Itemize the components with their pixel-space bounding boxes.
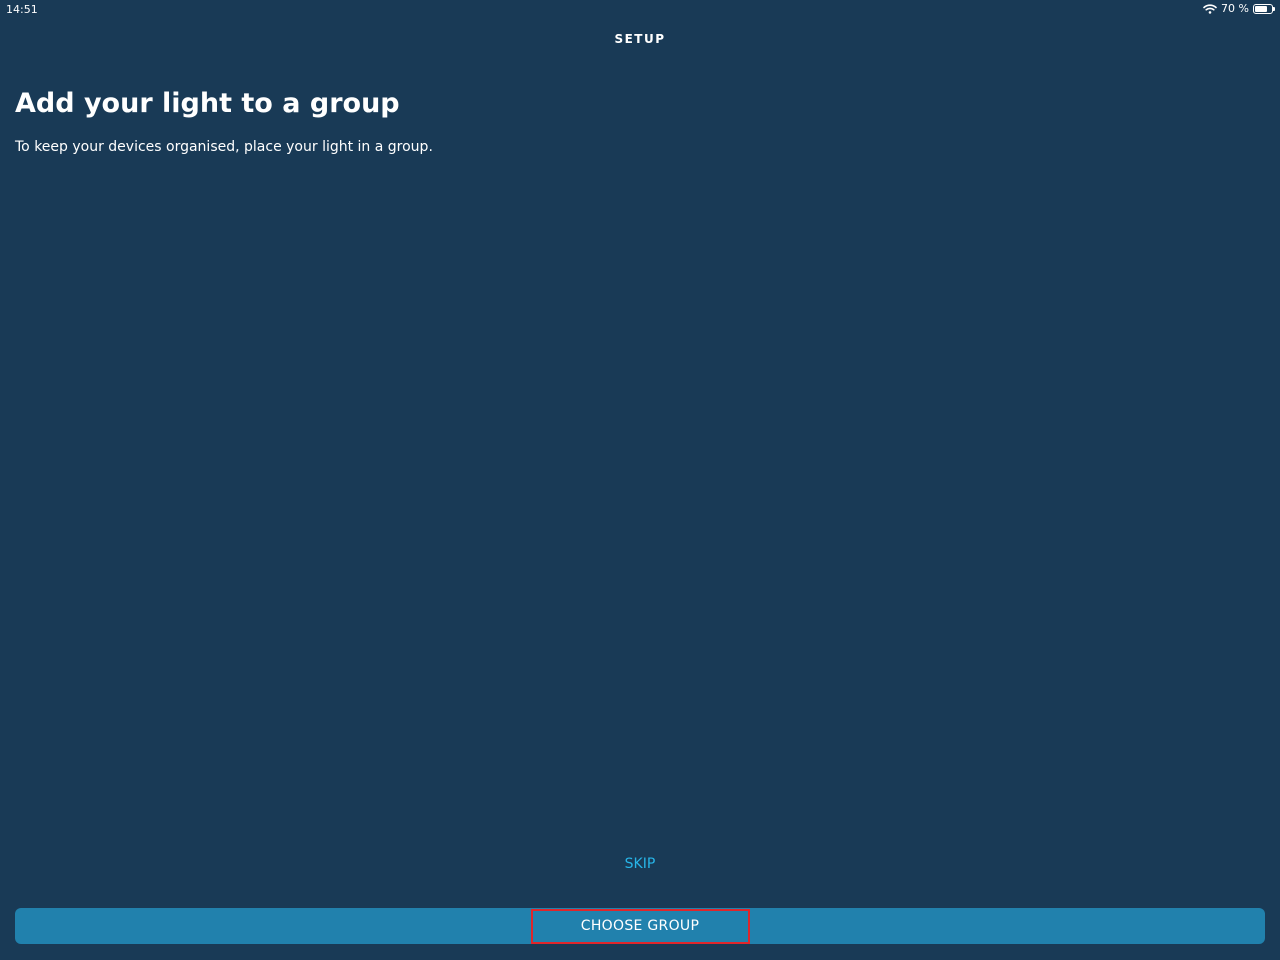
battery-icon xyxy=(1253,3,1275,14)
page-title: Add your light to a group xyxy=(15,88,400,119)
wifi-icon xyxy=(1203,3,1217,14)
page-subtitle: To keep your devices organised, place yo… xyxy=(15,139,433,155)
status-bar: 14:51 70 % xyxy=(0,0,1280,18)
choose-group-button[interactable]: CHOOSE GROUP xyxy=(15,908,1265,944)
header-title: SETUP xyxy=(614,32,666,46)
status-time: 14:51 xyxy=(6,3,38,16)
skip-button[interactable]: SKIP xyxy=(0,856,1280,872)
choose-group-label: CHOOSE GROUP xyxy=(580,918,700,934)
battery-percentage: 70 % xyxy=(1221,2,1249,15)
status-indicators: 70 % xyxy=(1203,2,1275,15)
